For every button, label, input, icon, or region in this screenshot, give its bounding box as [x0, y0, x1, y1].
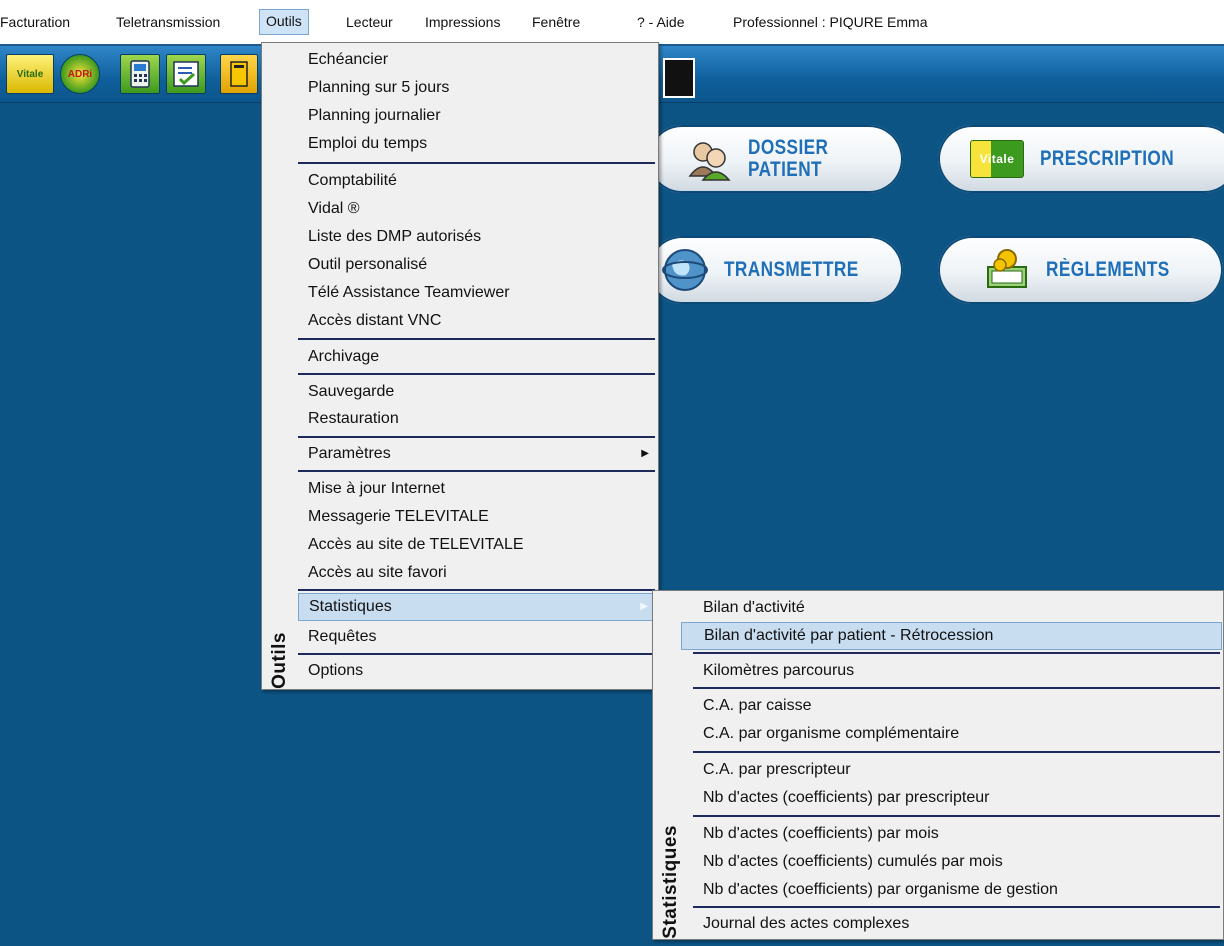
stats-item-nb-actes-prescripteur[interactable]: Nb d'actes (coefficients) par prescripte…	[693, 784, 1222, 812]
menu-impressions[interactable]: Impressions	[419, 10, 506, 34]
menu-separator	[693, 652, 1220, 654]
menu-teletransmission[interactable]: Teletransmission	[110, 10, 226, 34]
menu-item-planning-journalier[interactable]: Planning journalier	[298, 102, 657, 130]
card-reader-glyph	[130, 60, 150, 88]
adri-icon[interactable]: ADRi	[60, 54, 100, 94]
stats-item-ca-caisse[interactable]: C.A. par caisse	[693, 692, 1222, 720]
menu-separator	[693, 687, 1220, 689]
globe-icon	[662, 247, 708, 293]
menu-item-archivage[interactable]: Archivage	[298, 343, 657, 371]
stats-item-ca-organisme[interactable]: C.A. par organisme complémentaire	[693, 720, 1222, 748]
document-glyph	[230, 61, 248, 87]
menu-item-site-favori[interactable]: Accès au site favori	[298, 559, 657, 587]
submenu-arrow-icon: ▶	[640, 601, 648, 612]
menu-separator	[298, 653, 655, 655]
stats-item-bilan-activite[interactable]: Bilan d'activité	[693, 594, 1222, 622]
patients-glyph	[688, 142, 731, 181]
menu-separator	[693, 906, 1220, 908]
menu-item-emploi-du-temps[interactable]: Emploi du temps	[298, 130, 657, 158]
menu-item-parametres-label: Paramètres	[308, 445, 391, 462]
prescription-label: PRESCRIPTION	[1040, 147, 1175, 170]
dossier-patient-label: DOSSIER PATIENT	[748, 136, 829, 181]
document-icon[interactable]	[220, 54, 258, 94]
menu-separator	[298, 373, 655, 375]
menu-item-messagerie[interactable]: Messagerie TELEVITALE	[298, 503, 657, 531]
money-glyph	[987, 249, 1027, 288]
menu-item-planning-5-jours[interactable]: Planning sur 5 jours	[298, 74, 657, 102]
menu-separator	[693, 751, 1220, 753]
menu-bar: Facturation Teletransmission Outils Lect…	[0, 0, 1224, 46]
menu-separator	[298, 338, 655, 340]
patients-icon	[686, 136, 732, 182]
menu-item-vidal[interactable]: Vidal ®	[298, 195, 657, 223]
monitor-icon[interactable]	[663, 58, 695, 98]
submenu-arrow-icon: ▶	[641, 448, 649, 459]
menu-separator	[298, 162, 655, 164]
menu-item-site-televitale[interactable]: Accès au site de TELEVITALE	[298, 531, 657, 559]
adri-icon-label: ADRi	[67, 68, 93, 80]
menu-aide[interactable]: ? - Aide	[631, 10, 690, 34]
statistiques-submenu: Statistiques Bilan d'activité Bilan d'ac…	[652, 590, 1224, 940]
stats-item-journal-actes[interactable]: Journal des actes complexes	[693, 910, 1222, 938]
menu-item-mise-a-jour[interactable]: Mise à jour Internet	[298, 475, 657, 503]
menu-item-options[interactable]: Options	[298, 657, 657, 685]
reglements-label: RÈGLEMENTS	[1046, 258, 1170, 281]
menu-separator	[693, 815, 1220, 817]
menu-lecteur[interactable]: Lecteur	[340, 10, 399, 34]
card-reader-icon[interactable]	[120, 54, 160, 94]
menu-item-statistiques-label: Statistiques	[309, 598, 392, 615]
stats-item-nb-actes-cumules[interactable]: Nb d'actes (coefficients) cumulés par mo…	[693, 848, 1222, 876]
outils-menu-side-title: Outils	[269, 632, 290, 689]
globe-glyph	[662, 249, 708, 291]
menu-separator	[298, 470, 655, 472]
vitale-card-icon: Vitale	[970, 140, 1024, 178]
menu-separator	[298, 589, 655, 591]
stats-item-nb-actes-mois[interactable]: Nb d'actes (coefficients) par mois	[693, 820, 1222, 848]
stats-item-ca-prescripteur[interactable]: C.A. par prescripteur	[693, 756, 1222, 784]
transmettre-label: TRANSMETTRE	[724, 258, 859, 281]
menu-facturation[interactable]: Facturation	[0, 10, 76, 34]
money-icon	[984, 247, 1030, 293]
professional-label: Professionnel : PIQURE Emma	[733, 14, 928, 30]
menu-item-liste-dmp[interactable]: Liste des DMP autorisés	[298, 223, 657, 251]
dossier-patient-button[interactable]: DOSSIER PATIENT	[648, 125, 903, 193]
prescription-button[interactable]: Vitale PRESCRIPTION	[938, 125, 1224, 193]
menu-item-vnc[interactable]: Accès distant VNC	[298, 307, 657, 335]
menu-item-restauration[interactable]: Restauration	[298, 405, 657, 433]
stats-item-bilan-activite-patient[interactable]: Bilan d'activité par patient - Rétrocess…	[681, 622, 1222, 650]
menu-item-requetes[interactable]: Requêtes	[298, 623, 657, 651]
vitale-icon[interactable]: Vitale	[6, 54, 54, 94]
menu-item-statistiques[interactable]: Statistiques ▶	[298, 593, 657, 621]
menu-outils[interactable]: Outils	[259, 9, 309, 35]
menu-item-teamviewer[interactable]: Télé Assistance Teamviewer	[298, 279, 657, 307]
reglements-button[interactable]: RÈGLEMENTS	[938, 236, 1223, 304]
outils-menu: Outils Echéancier Planning sur 5 jours P…	[261, 42, 659, 690]
menu-item-comptabilite[interactable]: Comptabilité	[298, 167, 657, 195]
stats-item-nb-actes-organisme[interactable]: Nb d'actes (coefficients) par organisme …	[693, 876, 1222, 904]
menu-item-outil-personalise[interactable]: Outil personalisé	[298, 251, 657, 279]
vitale-card-label: Vitale	[979, 152, 1015, 166]
transmettre-button[interactable]: TRANSMETTRE	[648, 236, 903, 304]
vitale-icon-label: Vitale	[16, 68, 44, 80]
menu-item-parametres[interactable]: Paramètres ▶	[298, 440, 657, 468]
menu-separator	[298, 436, 655, 438]
checklist-icon[interactable]	[166, 54, 206, 94]
menu-item-sauvegarde[interactable]: Sauvegarde	[298, 378, 657, 406]
menu-item-echeancier[interactable]: Echéancier	[298, 46, 657, 74]
stats-item-kilometres[interactable]: Kilomètres parcourus	[693, 657, 1222, 685]
checklist-glyph	[173, 61, 199, 87]
menu-fenetre[interactable]: Fenêtre	[526, 10, 586, 34]
